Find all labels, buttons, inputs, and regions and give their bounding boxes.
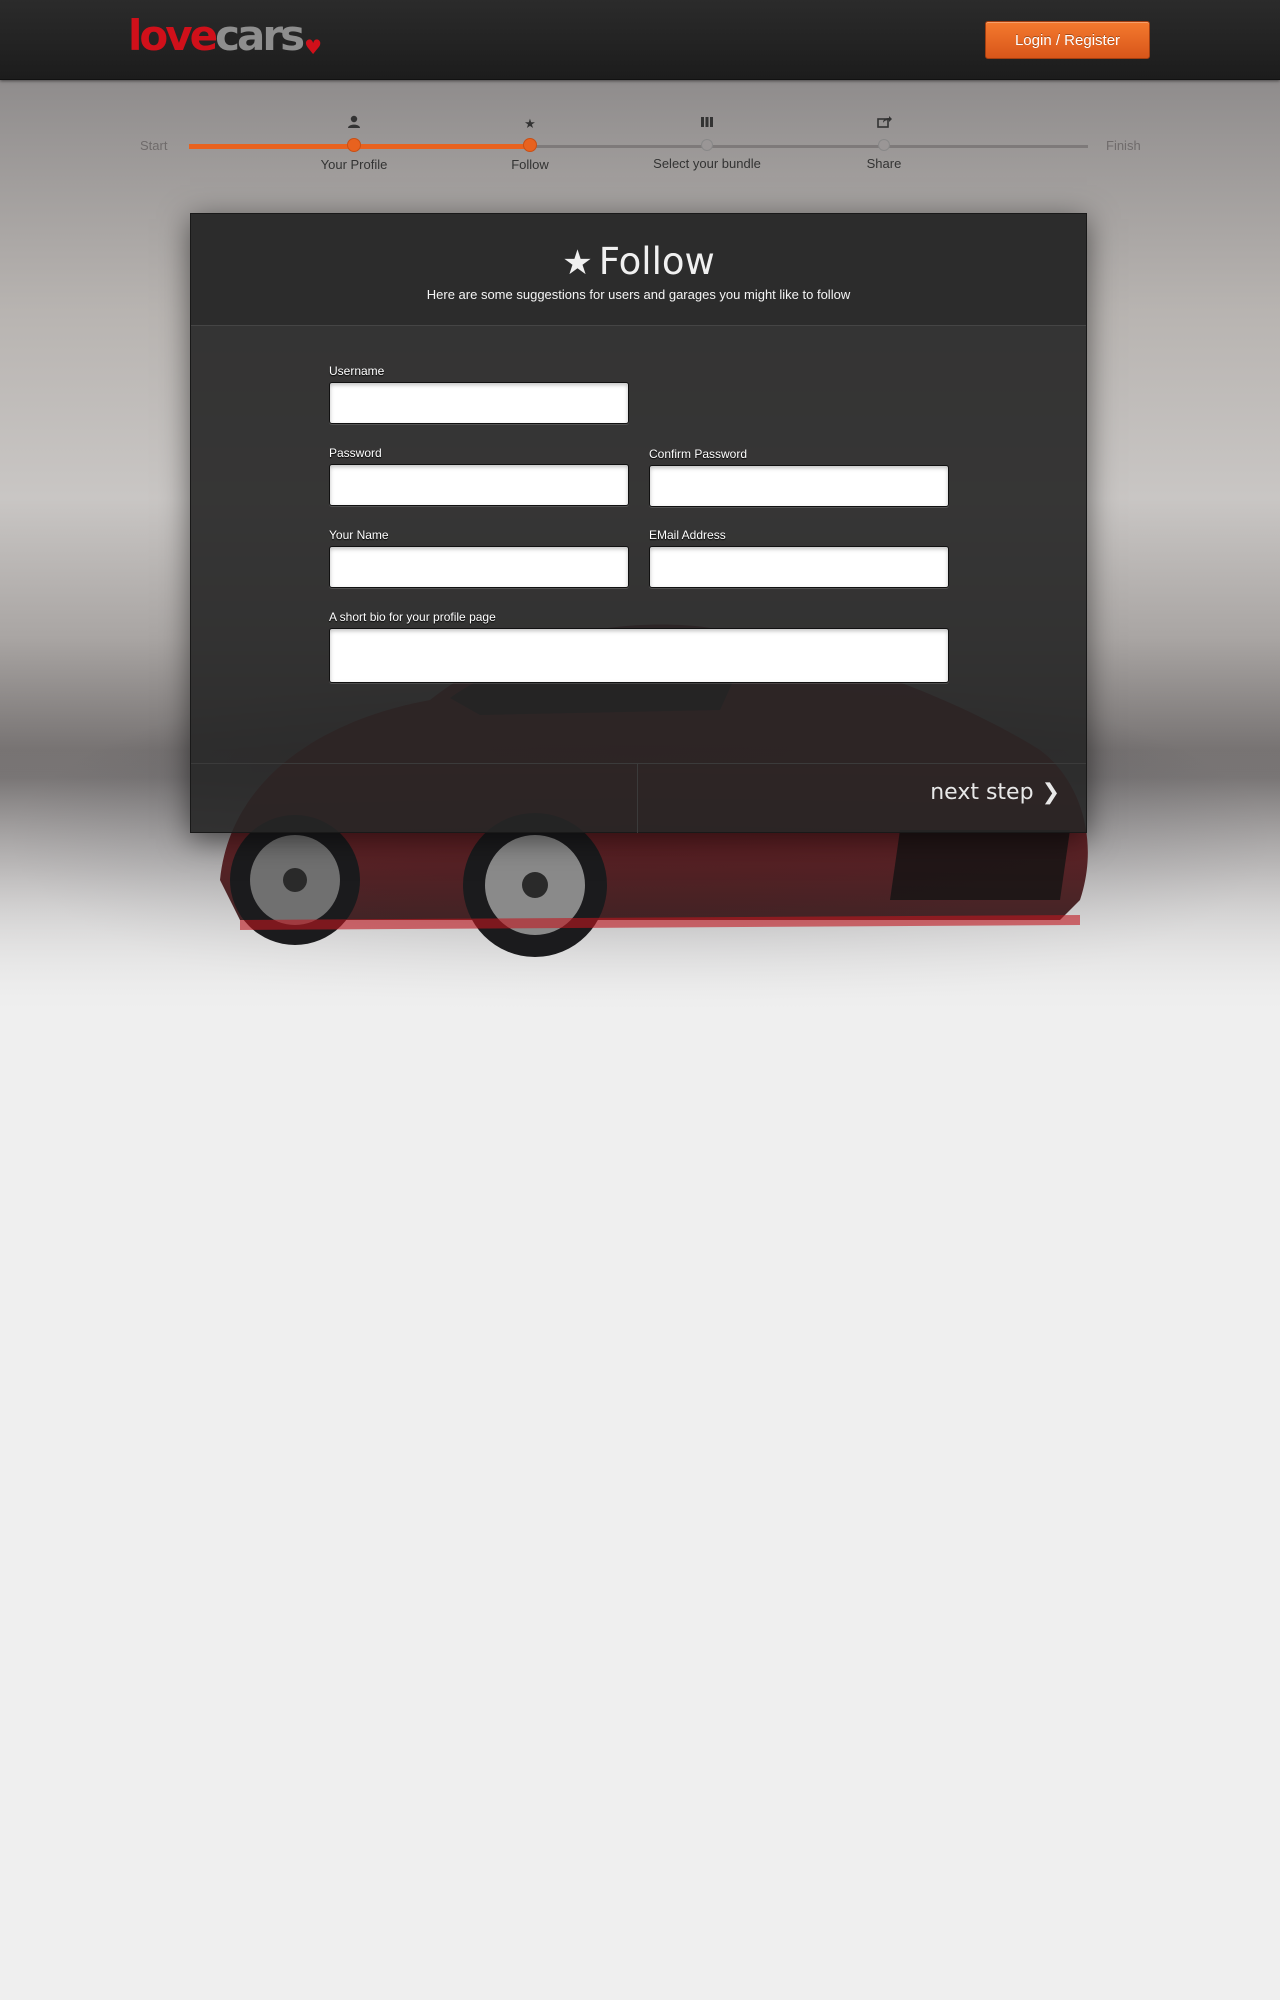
bars-icon xyxy=(637,115,777,135)
confirm-password-group: Confirm Password xyxy=(649,447,949,507)
password-group: Password xyxy=(329,446,629,506)
progress-start-label: Start xyxy=(140,138,168,153)
step-dot xyxy=(347,138,361,152)
password-input[interactable] xyxy=(329,464,629,506)
footer-divider xyxy=(637,764,638,833)
username-label: Username xyxy=(329,364,385,378)
bio-group: A short bio for your profile page xyxy=(329,610,949,683)
next-step-label: next step xyxy=(930,780,1034,805)
logo-cars-text: cars xyxy=(215,11,305,60)
page-subtitle: Here are some suggestions for users and … xyxy=(426,287,851,302)
email-group: EMail Address xyxy=(649,528,949,588)
lovecars-logo[interactable]: lovecars ♥ xyxy=(128,10,323,62)
heart-icon: ♥ xyxy=(304,35,323,59)
panel-header: ★ Follow Here are some suggestions for us… xyxy=(191,214,1086,326)
step-dot xyxy=(878,139,890,151)
share-icon xyxy=(814,115,954,135)
page-title: ★ Follow xyxy=(191,214,1086,285)
panel-footer: next step ❯ xyxy=(191,763,1086,833)
star-icon: ★ xyxy=(524,116,536,131)
confirm-password-input[interactable] xyxy=(649,465,949,507)
password-label: Password xyxy=(329,446,382,460)
step-label: Your Profile xyxy=(320,157,388,172)
username-input[interactable] xyxy=(329,382,629,424)
email-input[interactable] xyxy=(649,546,949,588)
step-select-bundle[interactable]: Select your bundle xyxy=(637,115,777,171)
signup-progress: Start Finish Your Profile ★ Follow Selec… xyxy=(140,115,1141,175)
next-step-button[interactable]: next step ❯ xyxy=(930,780,1060,805)
step-label: Select your bundle xyxy=(653,156,761,171)
step-your-profile[interactable]: Your Profile xyxy=(284,115,424,172)
step-dot xyxy=(701,139,713,151)
signup-panel: ★ Follow Here are some suggestions for us… xyxy=(190,213,1087,833)
logo-love-text: love xyxy=(128,11,218,60)
login-register-button[interactable]: Login / Register xyxy=(985,21,1150,59)
user-icon xyxy=(284,115,424,135)
step-label: Share xyxy=(866,156,902,171)
your-name-group: Your Name xyxy=(329,528,629,588)
email-label: EMail Address xyxy=(649,528,726,542)
bio-label: A short bio for your profile page xyxy=(329,610,496,624)
bio-textarea[interactable] xyxy=(329,628,949,683)
star-icon: ★ xyxy=(562,243,593,283)
step-follow[interactable]: ★ Follow xyxy=(460,115,600,172)
confirm-password-label: Confirm Password xyxy=(649,447,748,461)
step-share[interactable]: Share xyxy=(814,115,954,171)
username-group: Username xyxy=(329,364,629,424)
page-title-text: Follow xyxy=(598,240,715,283)
your-name-label: Your Name xyxy=(329,528,389,542)
chevron-right-icon: ❯ xyxy=(1041,780,1060,805)
step-dot xyxy=(523,138,537,152)
step-label: Follow xyxy=(511,157,549,172)
progress-finish-label: Finish xyxy=(1106,138,1141,153)
site-header: lovecars ♥ Login / Register xyxy=(0,0,1280,80)
your-name-input[interactable] xyxy=(329,546,629,588)
